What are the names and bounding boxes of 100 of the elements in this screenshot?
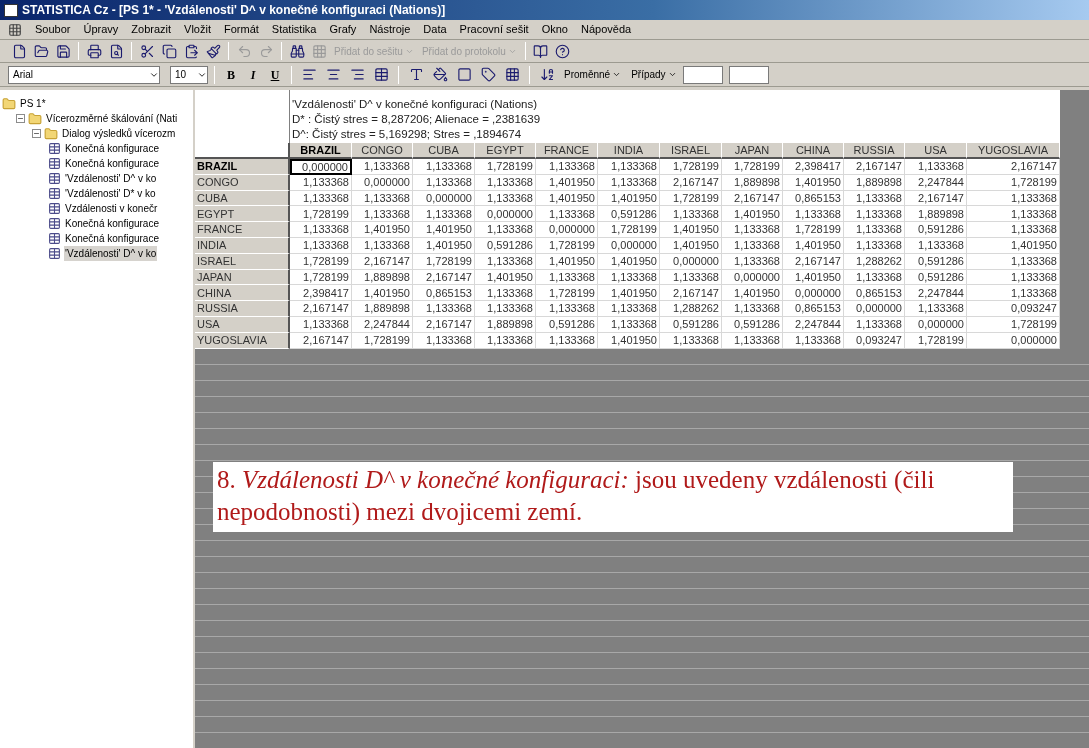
size-select[interactable]: 10	[170, 65, 208, 84]
table-cell[interactable]: 1,133368	[722, 222, 783, 238]
tree-item[interactable]: Vzdálenosti v konečr	[64, 201, 159, 216]
collapse-toggle[interactable]	[16, 114, 25, 123]
table-cell[interactable]: 2,398417	[290, 285, 352, 302]
table-cell[interactable]: 1,728199	[290, 206, 352, 223]
toolbar-dropdown[interactable]: Proměnné	[560, 67, 626, 82]
font-select[interactable]: Arial	[8, 65, 160, 84]
table-cell[interactable]: 2,247844	[905, 285, 967, 302]
table-cell[interactable]: 2,167147	[967, 159, 1060, 175]
underline-button[interactable]: U	[265, 65, 285, 84]
table-cell[interactable]: 1,133368	[660, 206, 722, 223]
pattern-select[interactable]	[728, 65, 769, 84]
table-cell[interactable]: 1,133368	[967, 206, 1060, 223]
menu-item[interactable]: Data	[423, 21, 447, 38]
table-cell[interactable]: 1,401950	[413, 222, 475, 238]
menu-item[interactable]: Soubor	[35, 21, 71, 38]
column-header[interactable]: RUSSIA	[844, 143, 905, 159]
table-cell[interactable]: 1,728199	[598, 222, 660, 238]
row-header[interactable]: BRAZIL	[195, 159, 290, 175]
table-cell[interactable]: 1,133368	[967, 222, 1060, 238]
menu-item[interactable]: Grafy	[329, 21, 357, 38]
table-cell[interactable]: 1,133368	[598, 159, 660, 175]
tree-item[interactable]: Konečná konfigurace	[64, 216, 160, 231]
pattern-select[interactable]	[682, 65, 723, 84]
table-cell[interactable]: 0,865153	[844, 285, 905, 302]
table-cell[interactable]: 1,728199	[660, 159, 722, 175]
table-cell[interactable]: 1,133368	[536, 206, 598, 223]
table-cell[interactable]: 1,133368	[844, 222, 905, 238]
menu-item[interactable]: Úpravy	[83, 21, 119, 38]
tree-item[interactable]: Konečná konfigurace	[64, 231, 160, 246]
table-cell[interactable]: 1,288262	[660, 301, 722, 317]
row-header[interactable]: FRANCE	[195, 222, 290, 238]
column-header[interactable]: CHINA	[783, 143, 844, 159]
tree-item[interactable]: Konečná konfigurace	[64, 141, 160, 156]
table-cell[interactable]: 1,133368	[413, 301, 475, 317]
table-cell[interactable]: 1,133368	[536, 301, 598, 317]
menu-item[interactable]: Statistika	[271, 21, 317, 38]
tree-item[interactable]: 'Vzdálenosti' D^ v ko	[64, 246, 158, 261]
table-cell[interactable]: 0,865153	[783, 301, 844, 317]
column-header[interactable]: INDIA	[598, 143, 660, 159]
table-cell[interactable]: 1,133368	[598, 301, 660, 317]
column-header[interactable]: YUGOSLAVIA	[967, 143, 1060, 159]
table-cell[interactable]: 2,167147	[290, 301, 352, 317]
table-cell[interactable]: 1,133368	[722, 301, 783, 317]
table-cell[interactable]: 0,000000	[536, 222, 598, 238]
column-header[interactable]: EGYPT	[475, 143, 536, 159]
tree-item[interactable]: 'Vzdálenosti' D^ v ko	[64, 171, 158, 186]
table-cell[interactable]: 1,401950	[722, 285, 783, 302]
italic-button[interactable]: I	[243, 65, 263, 84]
column-header[interactable]: ISRAEL	[660, 143, 722, 159]
column-header[interactable]: CONGO	[352, 143, 413, 159]
table-cell[interactable]: 1,728199	[722, 159, 783, 175]
table-cell[interactable]: 1,728199	[783, 222, 844, 238]
table-cell[interactable]: 0,865153	[413, 285, 475, 302]
row-header[interactable]: CHINA	[195, 285, 290, 302]
table-cell[interactable]: 1,133368	[352, 159, 413, 175]
table-cell[interactable]: 0,000000	[475, 206, 536, 223]
table-cell[interactable]: 1,133368	[413, 206, 475, 223]
table-cell[interactable]: 1,133368	[905, 159, 967, 175]
table-cell[interactable]: 1,133368	[413, 159, 475, 175]
collapse-toggle[interactable]	[32, 129, 41, 138]
tree-item[interactable]: Vícerozměrné škálování (Nati	[45, 111, 179, 126]
table-cell[interactable]: 0,000000	[844, 301, 905, 317]
menu-item[interactable]: Okno	[541, 21, 568, 38]
table-cell[interactable]: 1,889898	[905, 206, 967, 223]
table-cell[interactable]: 1,133368	[905, 301, 967, 317]
table-cell[interactable]: 1,728199	[536, 285, 598, 302]
tree-item[interactable]: PS 1*	[19, 96, 47, 111]
table-cell[interactable]: 0,093247	[967, 301, 1060, 317]
table-cell[interactable]: 1,401950	[598, 285, 660, 302]
table-cell[interactable]: 1,133368	[352, 206, 413, 223]
toolbar-dropdown[interactable]: Případy	[627, 67, 681, 82]
menu-item[interactable]: Nápověda	[581, 21, 632, 38]
table-cell[interactable]: 1,133368	[290, 222, 352, 238]
row-header[interactable]: EGYPT	[195, 206, 290, 223]
table-cell[interactable]: 1,401950	[352, 285, 413, 302]
table-cell[interactable]: 1,133368	[475, 222, 536, 238]
row-header[interactable]: RUSSIA	[195, 301, 290, 317]
table-cell[interactable]: 1,133368	[844, 206, 905, 223]
bold-button[interactable]: B	[221, 65, 241, 84]
table-cell[interactable]: 0,591286	[905, 222, 967, 238]
menu-item[interactable]: Nástroje	[369, 21, 411, 38]
table-cell[interactable]: 1,401950	[722, 206, 783, 223]
table-cell[interactable]: 1,133368	[783, 206, 844, 223]
table-cell[interactable]: 1,401950	[660, 222, 722, 238]
table-cell[interactable]: 1,133368	[536, 159, 598, 175]
table-cell[interactable]: 0,000000	[290, 159, 352, 175]
table-cell[interactable]: 2,167147	[844, 159, 905, 175]
column-header[interactable]: BRAZIL	[290, 143, 352, 159]
tree-item[interactable]: Dialog výsledků vícerozm	[61, 126, 177, 141]
table-cell[interactable]: 2,167147	[660, 285, 722, 302]
table-cell[interactable]: 0,591286	[598, 206, 660, 223]
table-cell[interactable]: 1,889898	[352, 301, 413, 317]
table-cell[interactable]: 1,401950	[352, 222, 413, 238]
table-cell[interactable]: 1,133368	[475, 285, 536, 302]
table-cell[interactable]: 2,398417	[783, 159, 844, 175]
tree-item[interactable]: 'Vzdálenosti' D* v ko	[64, 186, 157, 201]
column-header[interactable]: USA	[905, 143, 967, 159]
menu-item[interactable]: Formát	[224, 21, 259, 38]
